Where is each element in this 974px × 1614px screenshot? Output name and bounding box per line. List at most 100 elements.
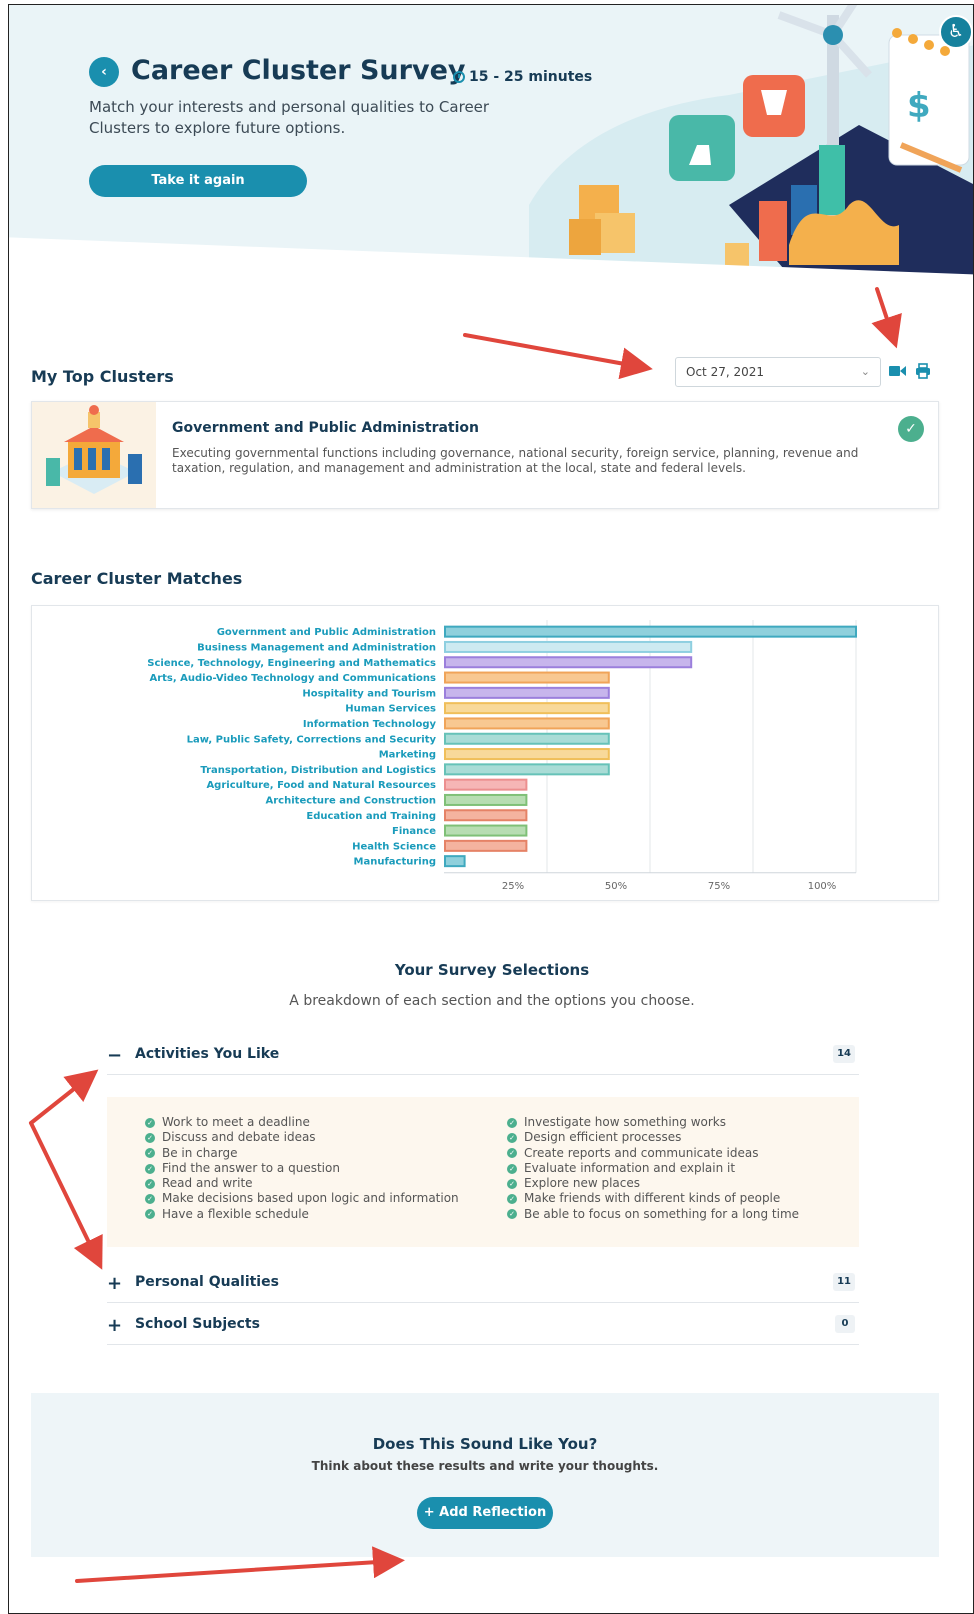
category-label: Information Technology bbox=[303, 719, 437, 730]
activity-item: ✓ Be in charge bbox=[145, 1146, 459, 1161]
chart-bar bbox=[444, 717, 610, 730]
survey-subtitle: A breakdown of each section and the opti… bbox=[289, 993, 695, 1009]
hero-illustration: $ bbox=[529, 5, 973, 275]
take-again-button[interactable]: Take it again bbox=[89, 165, 307, 197]
activity-label: Read and write bbox=[162, 1176, 253, 1191]
printer-icon[interactable] bbox=[915, 363, 931, 379]
clock-icon bbox=[453, 71, 465, 83]
activities-list-right: ✓ Investigate how something works ✓ Design … bbox=[507, 1115, 799, 1222]
chart-bar bbox=[444, 702, 610, 715]
check-circle-icon: ✓ bbox=[507, 1132, 517, 1143]
activity-label: Discuss and debate ideas bbox=[162, 1130, 316, 1145]
arrow-to-activities bbox=[29, 1069, 99, 1125]
activities-panel: ✓ Work to meet a deadline ✓ Discuss and deb… bbox=[107, 1097, 859, 1247]
accordion-activities[interactable]: − Activities You Like 14 bbox=[107, 1035, 859, 1075]
category-label: Science, Technology, Engineering and Mat… bbox=[147, 658, 436, 669]
activity-label: Make friends with different kinds of peo… bbox=[524, 1191, 781, 1206]
x-tick-label: 50% bbox=[605, 881, 627, 892]
count-badge: 0 bbox=[835, 1315, 855, 1333]
page-subtitle: Match your interests and personal qualit… bbox=[89, 98, 490, 137]
category-label: Finance bbox=[392, 826, 436, 837]
reflection-title: Does This Sound Like You? bbox=[372, 1435, 598, 1453]
activity-item: ✓ Have a flexible schedule bbox=[145, 1207, 459, 1222]
reflection-section: Does This Sound Like You? Think about th… bbox=[31, 1393, 939, 1557]
check-circle-icon: ✓ bbox=[507, 1117, 517, 1128]
count-badge: 14 bbox=[833, 1045, 855, 1063]
video-camera-icon[interactable] bbox=[889, 365, 907, 377]
activities-list-left: ✓ Work to meet a deadline ✓ Discuss and deb… bbox=[145, 1115, 459, 1222]
check-circle-icon: ✓ bbox=[507, 1194, 517, 1205]
check-circle-icon: ✓ bbox=[507, 1178, 517, 1189]
accessibility-icon[interactable]: ♿ bbox=[939, 15, 973, 49]
duration-text: 15 - 25 minutes bbox=[469, 69, 593, 85]
category-label: Agriculture, Food and Natural Resources bbox=[206, 780, 436, 791]
count-badge: 11 bbox=[833, 1273, 855, 1291]
activity-label: Create reports and communicate ideas bbox=[524, 1145, 759, 1160]
activity-item: ✓ Make decisions based upon logic and inf… bbox=[145, 1191, 459, 1206]
x-tick-label: 25% bbox=[502, 881, 524, 892]
x-tick-label: 75% bbox=[708, 881, 730, 892]
activity-item: ✓ Design efficient processes bbox=[507, 1130, 799, 1145]
accordion-label: Personal Qualities bbox=[135, 1274, 279, 1290]
add-reflection-button[interactable]: + Add Reflection bbox=[417, 1497, 553, 1529]
matches-chart-svg: Government and Public Administration Busi… bbox=[147, 620, 857, 892]
chart-bar bbox=[444, 671, 610, 684]
activity-item: ✓ Work to meet a deadline bbox=[145, 1115, 459, 1130]
category-label: Arts, Audio-Video Technology and Communi… bbox=[149, 673, 436, 684]
expand-icon: + bbox=[107, 1315, 123, 1336]
chart-bar bbox=[444, 793, 528, 806]
activity-label: Design efficient processes bbox=[524, 1130, 682, 1145]
category-label: Manufacturing bbox=[354, 857, 437, 868]
chart-bar bbox=[444, 748, 610, 761]
activity-item: ✓ Investigate how something works bbox=[507, 1115, 799, 1130]
page-frame: $ ♿ ‹ Career Cluster Survey 15 - 25 minu… bbox=[8, 4, 974, 1614]
survey-title: Your Survey Selections bbox=[394, 961, 590, 979]
category-label: Hospitality and Tourism bbox=[302, 688, 436, 699]
back-button[interactable]: ‹ bbox=[89, 57, 119, 87]
accordion-label: Activities You Like bbox=[135, 1046, 280, 1062]
check-circle-icon: ✓ bbox=[507, 1209, 517, 1220]
check-circle-icon: ✓ bbox=[145, 1178, 155, 1189]
chart-bar bbox=[444, 778, 528, 791]
chart-bar bbox=[444, 855, 466, 868]
check-circle-icon: ✓ bbox=[507, 1163, 517, 1174]
activity-item: ✓ Find the answer to a question bbox=[145, 1161, 459, 1176]
chart-bar bbox=[444, 656, 693, 669]
accordion-school-subjects[interactable]: + School Subjects 0 bbox=[107, 1305, 859, 1345]
cluster-illustration bbox=[32, 402, 156, 508]
activity-label: Work to meet a deadline bbox=[162, 1115, 310, 1129]
svg-text:$: $ bbox=[907, 86, 931, 126]
check-circle-icon: ✓ bbox=[145, 1117, 155, 1128]
chart-bar bbox=[444, 686, 610, 699]
category-label: Health Science bbox=[352, 841, 436, 852]
activity-item: ✓ Make friends with different kinds of pe… bbox=[507, 1191, 799, 1206]
activity-label: Explore new places bbox=[524, 1176, 640, 1191]
activity-label: Find the answer to a question bbox=[162, 1160, 340, 1175]
check-circle-icon: ✓ bbox=[145, 1163, 155, 1174]
collapse-icon: − bbox=[107, 1045, 123, 1066]
activity-item: ✓ Read and write bbox=[145, 1176, 459, 1191]
x-tick-label: 100% bbox=[808, 881, 837, 892]
hero-banner: $ ♿ ‹ Career Cluster Survey 15 - 25 minu… bbox=[9, 5, 973, 275]
matches-title: Career Cluster Matches bbox=[31, 569, 243, 588]
chart-bar bbox=[444, 625, 857, 638]
category-label: Law, Public Safety, Corrections and Secu… bbox=[187, 734, 437, 745]
top-cluster-card[interactable]: Government and Public Administration Exe… bbox=[31, 401, 939, 509]
activity-label: Be in charge bbox=[162, 1145, 238, 1160]
check-icon: ✓ bbox=[898, 416, 924, 442]
activity-label: Investigate how something works bbox=[524, 1115, 727, 1129]
activity-item: ✓ Create reports and communicate ideas bbox=[507, 1146, 799, 1161]
expand-icon: + bbox=[107, 1273, 123, 1294]
category-label: Transportation, Distribution and Logisti… bbox=[200, 765, 436, 776]
category-label: Human Services bbox=[345, 704, 436, 715]
activity-label: Be able to focus on something for a long… bbox=[524, 1206, 800, 1221]
page-title: Career Cluster Survey bbox=[131, 55, 466, 86]
date-select[interactable]: Oct 27, 2021 ⌄ bbox=[675, 357, 881, 387]
accordion-personal-qualities[interactable]: + Personal Qualities 11 bbox=[107, 1263, 859, 1303]
category-label: Government and Public Administration bbox=[217, 627, 436, 638]
check-circle-icon: ✓ bbox=[145, 1132, 155, 1143]
chart-bar bbox=[444, 809, 528, 822]
activity-label: Have a flexible schedule bbox=[162, 1206, 309, 1221]
chart-bar bbox=[444, 732, 610, 745]
check-circle-icon: ✓ bbox=[145, 1148, 155, 1159]
